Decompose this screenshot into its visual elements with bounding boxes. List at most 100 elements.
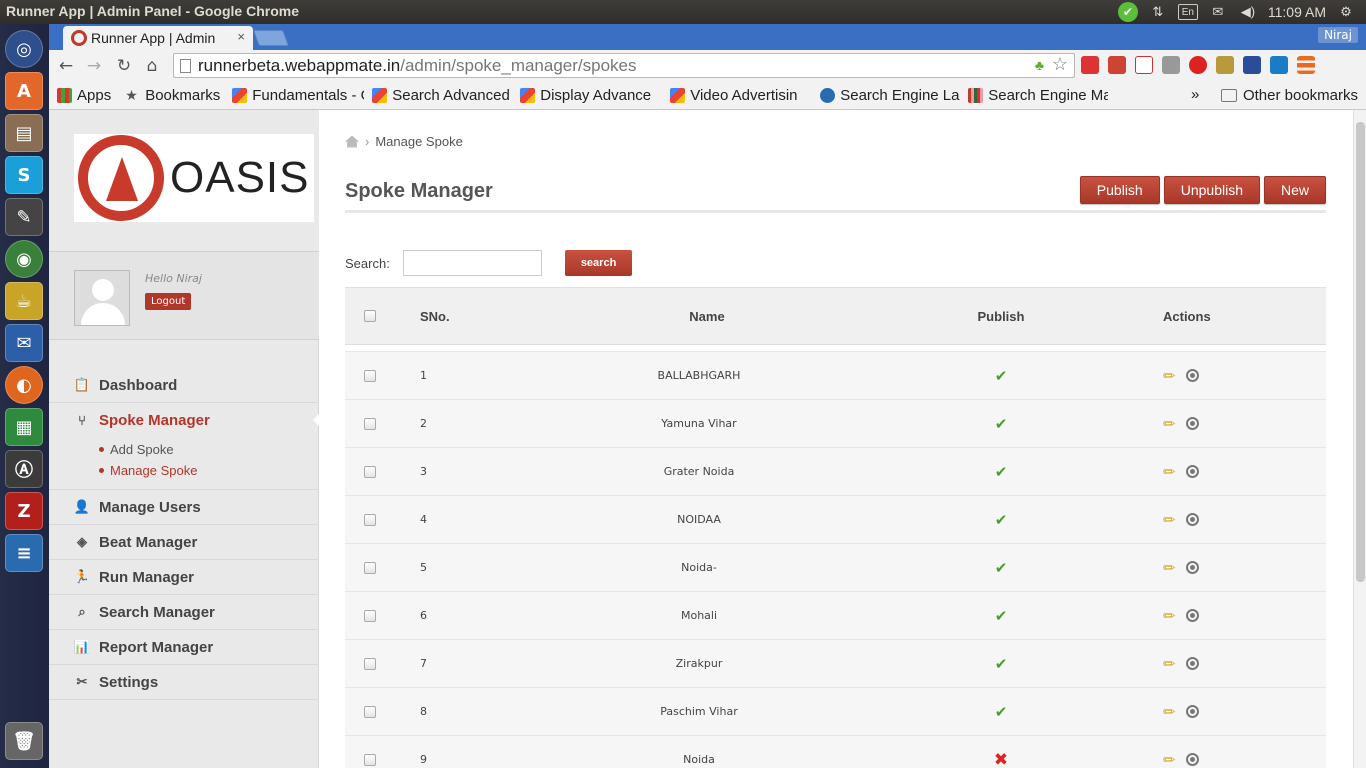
bookmark-display-advanced[interactable]: Display Advance bbox=[520, 87, 662, 104]
published-check-icon[interactable]: ✔ bbox=[981, 415, 1021, 433]
edit-pencil-icon[interactable]: ✏ bbox=[1163, 703, 1176, 721]
network-icon[interactable]: ⇅ bbox=[1148, 3, 1168, 21]
select-all-checkbox[interactable] bbox=[364, 310, 376, 322]
unpublish-button[interactable]: Unpublish bbox=[1163, 176, 1260, 204]
submenu-manage-spoke[interactable]: Manage Spoke bbox=[99, 460, 319, 481]
reload-icon[interactable]: ↻ bbox=[113, 55, 135, 77]
other-bookmarks[interactable]: Other bookmarks bbox=[1220, 87, 1358, 104]
unpublished-cross-icon[interactable]: ✖ bbox=[981, 750, 1021, 768]
sidebar-item-settings[interactable]: ✂ Settings bbox=[49, 665, 319, 700]
bookmark-bookmarks[interactable]: ★ Bookmarks bbox=[125, 87, 220, 104]
edit-pencil-icon[interactable]: ✏ bbox=[1163, 463, 1176, 481]
search-input[interactable] bbox=[402, 250, 542, 276]
writer-icon[interactable]: ≡ bbox=[5, 534, 43, 572]
row-checkbox[interactable] bbox=[364, 417, 376, 430]
teapot-icon[interactable]: ☕ bbox=[5, 282, 43, 320]
view-icon[interactable] bbox=[1185, 609, 1199, 622]
text-editor-icon[interactable]: ✎ bbox=[5, 198, 43, 236]
skype-icon[interactable]: S bbox=[5, 156, 43, 194]
profile-button[interactable]: Niraj bbox=[1318, 27, 1358, 43]
row-checkbox[interactable] bbox=[364, 513, 376, 526]
sync-ok-icon[interactable]: ✔ bbox=[1117, 2, 1138, 22]
chrome-icon[interactable]: ◉ bbox=[5, 240, 43, 278]
bookmark-apps[interactable]: Apps bbox=[57, 87, 111, 104]
bookmark-search-engine-land[interactable]: Search Engine La bbox=[820, 87, 960, 104]
forward-arrow-icon[interactable]: → bbox=[83, 55, 105, 77]
extension-n-icon[interactable] bbox=[1243, 56, 1261, 74]
row-checkbox[interactable] bbox=[364, 465, 376, 478]
edit-pencil-icon[interactable]: ✏ bbox=[1163, 751, 1176, 768]
trash-icon[interactable]: 🗑 bbox=[5, 722, 43, 760]
sidebar-item-run-manager[interactable]: 🏃 Run Manager bbox=[49, 560, 319, 595]
dash-icon[interactable]: ◎ bbox=[5, 30, 43, 68]
edit-pencil-icon[interactable]: ✏ bbox=[1163, 559, 1176, 577]
sidebar-item-search-manager[interactable]: ⌕ Search Manager bbox=[49, 595, 319, 630]
edit-pencil-icon[interactable]: ✏ bbox=[1163, 367, 1176, 385]
row-checkbox[interactable] bbox=[364, 753, 376, 766]
view-icon[interactable] bbox=[1185, 657, 1199, 670]
row-checkbox[interactable] bbox=[364, 369, 376, 382]
view-icon[interactable] bbox=[1185, 465, 1199, 478]
extension-pen-icon[interactable] bbox=[1216, 56, 1234, 74]
extension-stop-icon[interactable] bbox=[1189, 56, 1207, 74]
published-check-icon[interactable]: ✔ bbox=[981, 607, 1021, 625]
logo[interactable]: OASIS bbox=[74, 134, 314, 222]
row-checkbox[interactable] bbox=[364, 609, 376, 622]
published-check-icon[interactable]: ✔ bbox=[981, 463, 1021, 481]
filezilla-icon[interactable]: Z bbox=[5, 492, 43, 530]
view-icon[interactable] bbox=[1185, 417, 1199, 430]
view-icon[interactable] bbox=[1185, 513, 1199, 526]
firefox-icon[interactable]: ◐ bbox=[5, 366, 43, 404]
more-bookmarks-chevron[interactable]: » bbox=[1191, 86, 1199, 103]
edit-pencil-icon[interactable]: ✏ bbox=[1163, 511, 1176, 529]
published-check-icon[interactable]: ✔ bbox=[981, 511, 1021, 529]
keyboard-layout-indicator[interactable]: En bbox=[1177, 4, 1198, 20]
view-icon[interactable] bbox=[1185, 561, 1199, 574]
updater-icon[interactable]: Ⓐ bbox=[5, 450, 43, 488]
published-check-icon[interactable]: ✔ bbox=[981, 703, 1021, 721]
new-button[interactable]: New bbox=[1263, 176, 1326, 204]
published-check-icon[interactable]: ✔ bbox=[981, 559, 1021, 577]
sidebar-item-spoke-manager[interactable]: ⑂ Spoke Manager bbox=[49, 403, 320, 438]
published-check-icon[interactable]: ✔ bbox=[981, 655, 1021, 673]
extension-icon[interactable]: ♣ bbox=[1035, 57, 1044, 73]
sidebar-item-beat-manager[interactable]: ◈ Beat Manager bbox=[49, 525, 319, 560]
sidebar-item-dashboard[interactable]: 📋 Dashboard bbox=[49, 368, 319, 403]
row-checkbox[interactable] bbox=[364, 657, 376, 670]
bookmark-search-advanced[interactable]: Search Advanced bbox=[372, 87, 512, 104]
mail-icon[interactable]: ✉ bbox=[1208, 3, 1228, 21]
address-bar[interactable]: runnerbeta.webappmate.in/admin/spoke_man… bbox=[173, 53, 1075, 78]
bookmark-search-engine-ma[interactable]: Search Engine Ma bbox=[968, 87, 1108, 104]
extension-s-icon[interactable] bbox=[1270, 56, 1288, 74]
clock[interactable]: 11:09 AM bbox=[1268, 4, 1326, 20]
home-icon[interactable] bbox=[345, 135, 359, 148]
row-checkbox[interactable] bbox=[364, 705, 376, 718]
extension-flag-icon[interactable] bbox=[1135, 56, 1153, 74]
extension-train-icon[interactable] bbox=[1081, 56, 1099, 74]
view-icon[interactable] bbox=[1185, 753, 1199, 766]
scrollbar-thumb[interactable] bbox=[1356, 122, 1365, 582]
software-center-icon[interactable]: A bbox=[5, 72, 43, 110]
files-icon[interactable]: ▤ bbox=[5, 114, 43, 152]
new-tab-button[interactable] bbox=[253, 30, 289, 46]
extension-book-icon[interactable] bbox=[1108, 56, 1126, 74]
home-icon[interactable]: ⌂ bbox=[141, 55, 163, 77]
bookmark-fundamentals[interactable]: Fundamentals - G bbox=[232, 87, 364, 104]
sidebar-item-report-manager[interactable]: 📊 Report Manager bbox=[49, 630, 319, 665]
edit-pencil-icon[interactable]: ✏ bbox=[1163, 655, 1176, 673]
edit-pencil-icon[interactable]: ✏ bbox=[1163, 607, 1176, 625]
row-checkbox[interactable] bbox=[364, 561, 376, 574]
menu-icon[interactable] bbox=[1297, 56, 1315, 74]
page-scrollbar[interactable] bbox=[1353, 110, 1366, 768]
spreadsheet-icon[interactable]: ▦ bbox=[5, 408, 43, 446]
gear-icon[interactable]: ⚙ bbox=[1336, 3, 1356, 21]
edit-pencil-icon[interactable]: ✏ bbox=[1163, 415, 1176, 433]
volume-icon[interactable]: ◀) bbox=[1238, 3, 1258, 21]
bookmark-star-icon[interactable]: ☆ bbox=[1052, 54, 1068, 75]
sidebar-item-manage-users[interactable]: 👤 Manage Users bbox=[49, 490, 319, 525]
view-icon[interactable] bbox=[1185, 705, 1199, 718]
tab-close-icon[interactable]: × bbox=[237, 29, 245, 44]
view-icon[interactable] bbox=[1185, 369, 1199, 382]
published-check-icon[interactable]: ✔ bbox=[981, 367, 1021, 385]
back-arrow-icon[interactable]: ← bbox=[55, 55, 77, 77]
